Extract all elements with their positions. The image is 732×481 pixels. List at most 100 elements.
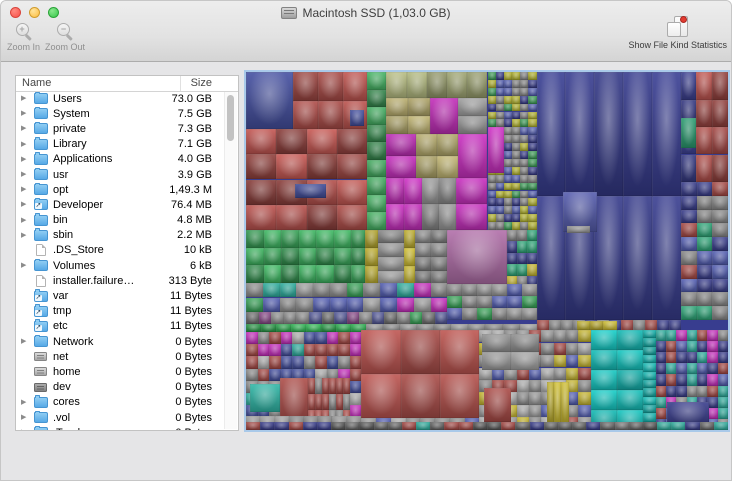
treemap-block[interactable]	[512, 214, 520, 222]
treemap-block[interactable]	[327, 332, 339, 344]
treemap-block[interactable]	[367, 107, 386, 125]
treemap-block[interactable]	[367, 212, 386, 230]
treemap-block[interactable]	[336, 394, 343, 410]
treemap-block[interactable]	[697, 386, 707, 397]
treemap-block[interactable]	[258, 344, 270, 356]
treemap-block[interactable]	[414, 298, 431, 312]
treemap-block[interactable]	[697, 306, 713, 320]
treemap-block[interactable]	[467, 72, 487, 98]
treemap-block[interactable]	[656, 330, 666, 341]
treemap-block[interactable]	[397, 312, 410, 324]
treemap-block[interactable]	[437, 134, 458, 156]
treemap-block[interactable]	[520, 80, 528, 88]
list-item[interactable]: ▶private7.3 GB	[16, 121, 238, 136]
treemap-block[interactable]	[274, 422, 288, 430]
treemap-block[interactable]	[280, 283, 297, 297]
treemap-block[interactable]	[697, 279, 713, 293]
disclosure-triangle-icon[interactable]: ▶	[16, 186, 34, 193]
treemap-block[interactable]	[527, 253, 537, 264]
treemap-block[interactable]	[367, 72, 386, 90]
treemap-block[interactable]	[488, 72, 496, 80]
treemap-block[interactable]	[307, 154, 337, 179]
disclosure-triangle-icon[interactable]: ▶	[16, 156, 34, 163]
treemap-block[interactable]	[496, 72, 504, 80]
treemap-block[interactable]	[337, 154, 367, 179]
treemap-block[interactable]	[643, 347, 656, 355]
treemap-block[interactable]	[696, 155, 712, 183]
treemap-block[interactable]	[246, 180, 276, 205]
treemap-block[interactable]	[565, 72, 594, 196]
treemap-block[interactable]	[676, 352, 686, 363]
treemap-block[interactable]	[520, 222, 528, 230]
treemap-block[interactable]	[512, 80, 520, 88]
list-item[interactable]: ▶.DS_Store10 kB	[16, 243, 238, 258]
treemap-block[interactable]	[528, 151, 536, 159]
treemap-block[interactable]	[488, 112, 496, 120]
treemap-block[interactable]	[447, 296, 462, 308]
treemap-block[interactable]	[296, 283, 313, 297]
treemap-block[interactable]	[408, 116, 430, 134]
treemap-block[interactable]	[315, 394, 322, 410]
treemap-block[interactable]	[520, 112, 528, 120]
treemap-block[interactable]	[338, 332, 350, 344]
treemap-block[interactable]	[504, 159, 512, 167]
treemap-block[interactable]	[554, 382, 561, 424]
close-button[interactable]	[10, 7, 21, 18]
treemap-block[interactable]	[666, 330, 676, 341]
treemap-block[interactable]	[520, 119, 528, 127]
treemap-block[interactable]	[696, 100, 712, 128]
treemap-block[interactable]	[520, 127, 528, 135]
treemap-block[interactable]	[520, 143, 528, 151]
treemap-block[interactable]	[246, 422, 260, 430]
treemap-block[interactable]	[681, 72, 696, 100]
treemap-block[interactable]	[293, 101, 318, 130]
treemap-block[interactable]	[281, 248, 299, 266]
treemap-block[interactable]	[591, 390, 617, 410]
list-item[interactable]: ▶.Trashes0 Bytes	[16, 425, 238, 430]
treemap-block[interactable]	[401, 374, 440, 418]
treemap-block[interactable]	[447, 308, 462, 320]
treemap-block[interactable]	[681, 118, 696, 148]
treemap-block[interactable]	[528, 175, 536, 183]
treemap-block[interactable]	[652, 196, 681, 320]
treemap-block[interactable]	[299, 248, 317, 266]
treemap-block[interactable]	[246, 154, 276, 179]
treemap-block[interactable]	[504, 222, 512, 230]
treemap-block[interactable]	[338, 344, 350, 356]
treemap-block[interactable]	[488, 206, 496, 214]
treemap-block[interactable]	[528, 72, 536, 80]
treemap-block[interactable]	[488, 183, 496, 191]
treemap-block[interactable]	[304, 356, 316, 368]
treemap-block[interactable]	[246, 129, 276, 154]
treemap-block[interactable]	[623, 196, 652, 320]
treemap-block[interactable]	[462, 308, 477, 320]
treemap-block[interactable]	[316, 265, 334, 283]
treemap-block[interactable]	[482, 352, 510, 370]
treemap-block[interactable]	[537, 72, 566, 196]
treemap-block[interactable]	[515, 422, 529, 430]
treemap-block[interactable]	[496, 191, 504, 199]
treemap-block[interactable]	[430, 422, 444, 430]
treemap-block[interactable]	[685, 422, 699, 430]
list-item[interactable]: ▶bin4.8 MB	[16, 213, 238, 228]
treemap-block[interactable]	[528, 143, 536, 151]
treemap-block[interactable]	[714, 422, 728, 430]
treemap-block[interactable]	[263, 283, 280, 297]
treemap-block[interactable]	[351, 230, 365, 248]
show-file-kind-statistics-button[interactable]: Show File Kind Statistics	[628, 15, 727, 50]
column-header-size[interactable]: Size	[191, 77, 212, 89]
treemap-block[interactable]	[260, 422, 274, 430]
treemap-block[interactable]	[541, 330, 553, 343]
treemap-block[interactable]	[504, 88, 512, 96]
treemap-block[interactable]	[316, 248, 334, 266]
treemap-block[interactable]	[378, 230, 404, 244]
zoom-in-button[interactable]: + Zoom In	[7, 22, 40, 52]
treemap-block[interactable]	[517, 380, 529, 393]
treemap-block[interactable]	[566, 368, 578, 381]
list-scrollbar[interactable]	[224, 92, 237, 429]
treemap-block[interactable]	[261, 324, 276, 332]
treemap-block[interactable]	[410, 312, 423, 324]
treemap-block[interactable]	[528, 127, 536, 135]
treemap-block[interactable]	[512, 198, 520, 206]
treemap-block[interactable]	[520, 214, 528, 222]
